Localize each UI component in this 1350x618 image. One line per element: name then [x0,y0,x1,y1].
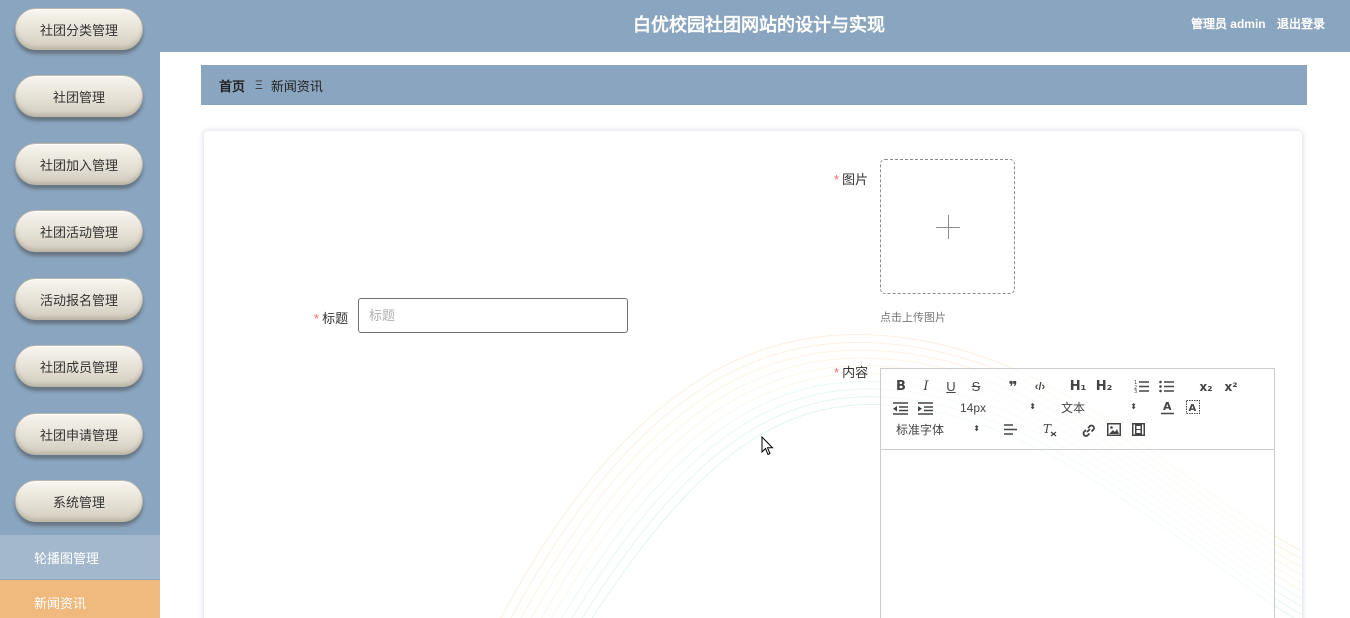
menu-club-activity[interactable]: 社团活动管理 [15,210,143,252]
mouse-cursor-icon [761,436,774,456]
link-icon[interactable] [1081,423,1096,438]
upload-tip: 点击上传图片 [880,312,946,324]
menu-club-category[interactable]: 社团分类管理 [15,8,143,50]
menu-label: 社团活动管理 [39,224,118,240]
menu-label: 社团管理 [52,89,105,105]
image-upload-box[interactable] [880,159,1015,294]
editor-content-area[interactable] [881,450,1274,618]
menu-club-member[interactable]: 社团成员管理 [15,345,143,387]
blockquote-button[interactable]: ❞ [1005,378,1021,396]
video-icon[interactable] [1132,423,1145,436]
superscript-button[interactable]: x² [1222,378,1240,396]
header-select-value: 文本 [1061,401,1086,415]
sidebar-item-carousel[interactable]: 轮播图管理 [0,535,160,579]
sidebar-item-label: 新闻资讯 [34,595,87,611]
select-arrow-icon: ⬍ [973,424,980,433]
plus-icon-vertical [948,215,949,239]
underline-button[interactable]: U [944,378,958,396]
select-arrow-icon: ⬍ [1130,402,1137,411]
font-size-value: 14px [960,401,987,415]
menu-system[interactable]: 系统管理 [15,480,143,522]
italic-button[interactable]: I [919,378,933,396]
svg-text:3: 3 [1134,389,1137,393]
form-card: *图片 点击上传图片 *标题 *内容 B I U S ❞ ‹/› H₁ H₂ 1… [204,131,1302,618]
menu-label: 社团加入管理 [39,157,118,173]
menu-label: 社团申请管理 [39,427,118,443]
code-block-button[interactable]: ‹/› [1031,378,1049,396]
menu-activity-signup[interactable]: 活动报名管理 [15,278,143,320]
menu-label: 社团分类管理 [39,22,118,38]
user-label: 管理员 admin [1190,17,1266,31]
title-input[interactable] [358,298,628,333]
header-2-button[interactable]: H₂ [1094,378,1114,396]
rich-text-editor: B I U S ❞ ‹/› H₁ H₂ 1 2 3 x₂ x² 14px ⬍ 文… [880,368,1275,618]
outdent-icon[interactable] [893,402,909,415]
menu-label: 活动报名管理 [39,292,118,308]
content-label: * 内容 [834,365,869,380]
top-header: 白优校园社团网站的设计与实现 管理员 admin 退出登录 [160,0,1350,52]
menu-club-join[interactable]: 社团加入管理 [15,143,143,185]
logout-link[interactable]: 退出登录 [1277,17,1325,31]
header-user-area: 管理员 admin 退出登录 [1183,0,1325,48]
bullet-list-icon[interactable] [1159,379,1175,393]
font-size-select[interactable]: 14px ⬍ [960,399,1036,417]
menu-club[interactable]: 社团管理 [15,75,143,117]
font-family-value: 标准字体 [896,423,945,437]
header-1-button[interactable]: H₁ [1068,378,1088,396]
breadcrumb-home[interactable]: 首页 [219,76,245,95]
clear-format-icon[interactable]: T [1043,422,1058,437]
indent-icon[interactable] [918,402,934,415]
required-mark: * [314,311,320,326]
editor-toolbar: B I U S ❞ ‹/› H₁ H₂ 1 2 3 x₂ x² 14px ⬍ 文… [881,369,1274,450]
required-mark: * [834,172,840,187]
font-family-select[interactable]: 标准字体 ⬍ [896,421,980,439]
image-label: * 图片 [834,172,869,187]
strike-button[interactable]: S [969,378,983,396]
svg-text:T: T [1043,422,1052,436]
breadcrumb-separator-icon: Ξ [255,78,263,92]
select-arrow-icon: ⬍ [1029,402,1036,411]
required-mark: * [834,365,840,380]
image-icon[interactable] [1107,423,1121,436]
breadcrumb-current: 新闻资讯 [270,78,323,94]
svg-text:A: A [1163,400,1172,413]
site-title: 白优校园社团网站的设计与实现 [633,15,885,35]
bold-button[interactable]: B [894,378,908,396]
ordered-list-icon[interactable]: 1 2 3 [1134,379,1150,393]
font-color-icon[interactable]: A [1161,400,1175,415]
subscript-button[interactable]: x₂ [1197,378,1215,396]
align-left-icon[interactable] [1004,424,1018,436]
menu-label: 系统管理 [52,494,105,510]
menu-club-application[interactable]: 社团申请管理 [15,413,143,455]
menu-label: 社团成员管理 [39,359,118,375]
sidebar-item-news[interactable]: 新闻资讯 [0,580,160,618]
breadcrumb: 首页 Ξ 新闻资讯 [201,65,1307,105]
sidebar: 社团分类管理 社团管理 社团加入管理 社团活动管理 活动报名管理 社团成员管理 … [0,0,160,618]
title-label: * 标题 [314,311,349,326]
header-select[interactable]: 文本 ⬍ [1061,399,1137,417]
background-color-icon[interactable]: A [1186,400,1200,415]
svg-text:A: A [1189,403,1197,414]
sidebar-item-label: 轮播图管理 [34,550,100,566]
